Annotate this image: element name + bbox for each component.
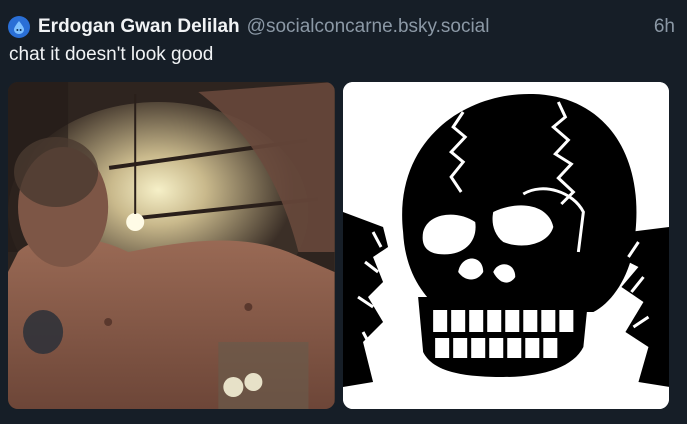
media-gallery — [8, 82, 669, 409]
skull-emblem-illustration — [342, 82, 669, 409]
author-name[interactable]: Erdogan Gwan Delilah — [38, 16, 240, 38]
post-header: Erdogan Gwan Delilah @socialconcarne.bsk… — [8, 12, 675, 42]
post-text: chat it doesn't look good — [9, 44, 214, 65]
media-image-photo[interactable] — [8, 82, 335, 409]
post-card[interactable]: Erdogan Gwan Delilah @socialconcarne.bsk… — [0, 0, 687, 424]
water-drop-icon — [14, 21, 24, 34]
photo-illustration — [8, 82, 335, 409]
media-image-skull[interactable] — [342, 82, 669, 409]
post-timestamp[interactable]: 6h — [654, 16, 675, 38]
avatar[interactable] — [8, 16, 30, 38]
author-handle[interactable]: @socialconcarne.bsky.social — [247, 16, 490, 38]
